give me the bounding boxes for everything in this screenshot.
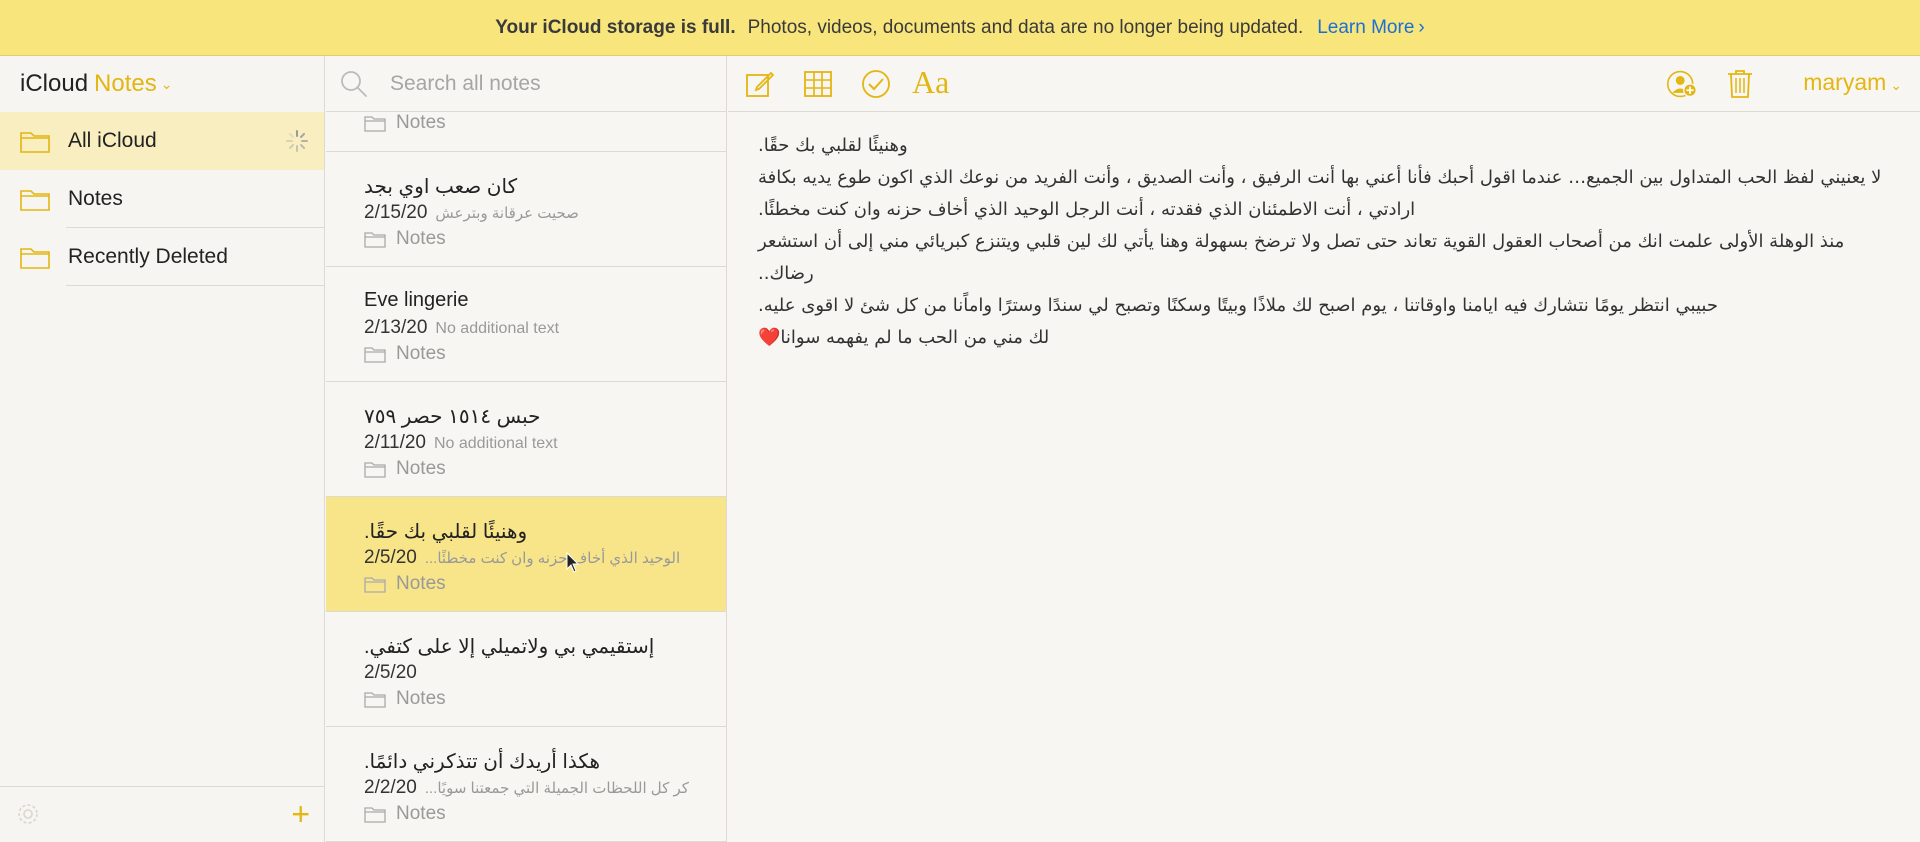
note-title: إستقيمي بي ولاتميلي إلا على كتفي. bbox=[364, 636, 655, 658]
note-line: لا يعنيني لفظ الحب المتداول بين الجميع… … bbox=[758, 167, 1882, 220]
sidebar-item-label: Recently Deleted bbox=[68, 245, 228, 268]
note-title: كان صعب اوي بجد bbox=[364, 176, 518, 198]
note-editor[interactable]: وهنيئًا لقلبي بك حقًا. لا يعنيني لفظ الح… bbox=[728, 112, 1920, 842]
add-people-icon[interactable] bbox=[1666, 68, 1698, 100]
sidebar-footer: + bbox=[0, 786, 324, 842]
folder-icon bbox=[20, 132, 50, 153]
note-folder-label: Notes bbox=[396, 688, 446, 709]
app-header: iCloud Notes ⌄ bbox=[0, 56, 324, 112]
note-preview: No additional text bbox=[433, 435, 558, 452]
note-line: منذ الوهلة الأولى علمت انك من أصحاب العق… bbox=[758, 231, 1845, 284]
sidebar-item-label: Notes bbox=[68, 187, 123, 210]
note-folder-label: Notes bbox=[396, 228, 446, 249]
note-folder: Notes bbox=[364, 343, 446, 365]
note-folder: Notes bbox=[364, 573, 446, 595]
notes-list-pane: Notes كان صعب اوي بجد 2/15/20 صحيت عرقانة… bbox=[326, 56, 727, 842]
sidebar-item-all-icloud[interactable]: All iCloud bbox=[0, 112, 324, 170]
folder-icon bbox=[364, 232, 386, 248]
note-folder: Notes bbox=[364, 112, 446, 134]
note-meta: 2/15/20 صحيت عرقانة وبترعش bbox=[364, 202, 579, 224]
brand-label: iCloud bbox=[20, 70, 89, 97]
editor-toolbar: Aa maryam ⌄ bbox=[728, 56, 1920, 112]
chevron-down-icon[interactable]: ⌄ bbox=[161, 76, 173, 93]
note-folder-label: Notes bbox=[396, 573, 446, 594]
note-meta: 2/2/20 كر كل اللحظات الجميلة التي جمعتنا … bbox=[364, 777, 689, 799]
note-date: 2/15/20 bbox=[364, 202, 428, 223]
folder-icon bbox=[364, 462, 386, 478]
note-title: هكذا أريدك أن تتذكرني دائمًا. bbox=[364, 751, 601, 773]
note-date: 2/11/20 bbox=[364, 432, 426, 453]
username: maryam bbox=[1803, 69, 1887, 95]
note-preview: No additional text bbox=[435, 320, 560, 337]
new-folder-button[interactable]: + bbox=[291, 798, 310, 830]
search-icon bbox=[341, 70, 367, 97]
note-preview: كر كل اللحظات الجميلة التي جمعتنا سويًا.… bbox=[424, 780, 689, 797]
note-title: حبس ١٥١٤ حصر ٧٥٩ bbox=[364, 406, 541, 428]
note-body[interactable]: وهنيئًا لقلبي بك حقًا. لا يعنيني لفظ الح… bbox=[758, 130, 1890, 354]
learn-more-label: Learn More bbox=[1317, 16, 1415, 38]
note-folder-label: Notes bbox=[396, 458, 446, 479]
divider bbox=[66, 285, 324, 286]
learn-more-link[interactable]: Learn More › bbox=[1317, 17, 1425, 39]
folder-icon bbox=[20, 248, 50, 269]
note-meta: 2/5/20 الوحيد الذي أخاف حزنه وان كنت مخطئ… bbox=[364, 547, 680, 569]
note-meta: 2/5/20 bbox=[364, 662, 417, 684]
sidebar-item-notes[interactable]: Notes bbox=[0, 170, 324, 228]
note-date: 2/5/20 bbox=[364, 547, 417, 568]
note-preview: صحيت عرقانة وبترعش bbox=[435, 205, 579, 222]
app-switcher[interactable]: Notes bbox=[94, 70, 157, 98]
note-folder: Notes bbox=[364, 803, 446, 825]
folder-icon bbox=[364, 116, 386, 132]
chevron-right-icon: › bbox=[1418, 16, 1425, 38]
note-line: حبيبي انتظر يومًا نتشارك فيه ايامنا واوق… bbox=[758, 295, 1718, 316]
sidebar: iCloud Notes ⌄ All iCloud Notes Recently… bbox=[0, 56, 325, 842]
search-input[interactable] bbox=[390, 71, 690, 96]
note-folder: Notes bbox=[364, 688, 446, 710]
note-folder: Notes bbox=[364, 458, 446, 480]
list-item[interactable]: إستقيمي بي ولاتميلي إلا على كتفي. 2/5/20… bbox=[326, 612, 726, 727]
note-folder-label: Notes bbox=[396, 112, 446, 133]
note-line: لك مني من الحب ما لم يفهمه سوانا❤️ bbox=[758, 327, 1050, 348]
list-item[interactable]: هكذا أريدك أن تتذكرني دائمًا. 2/2/20 كر ك… bbox=[326, 727, 726, 842]
folder-icon bbox=[364, 347, 386, 363]
storage-full-banner: Your iCloud storage is full. Photos, vid… bbox=[0, 0, 1920, 56]
list-item[interactable]: كان صعب اوي بجد 2/15/20 صحيت عرقانة وبترع… bbox=[326, 152, 726, 267]
note-line: وهنيئًا لقلبي بك حقًا. bbox=[758, 135, 908, 156]
list-item[interactable]: Eve lingerie 2/13/20 No additional text N… bbox=[326, 267, 726, 382]
note-preview: الوحيد الذي أخاف حزنه وان كنت مخطئًا... bbox=[424, 550, 681, 567]
folder-icon bbox=[364, 692, 386, 708]
notes-list: Notes كان صعب اوي بجد 2/15/20 صحيت عرقانة… bbox=[326, 112, 726, 842]
checklist-icon[interactable] bbox=[860, 68, 892, 100]
table-icon[interactable] bbox=[802, 68, 834, 100]
mouse-pointer-icon bbox=[566, 552, 580, 573]
note-date: 2/13/20 bbox=[364, 317, 428, 338]
note-meta: 2/11/20 No additional text bbox=[364, 432, 558, 454]
search-bar bbox=[326, 56, 726, 112]
note-date: 2/5/20 bbox=[364, 662, 417, 683]
banner-title: Your iCloud storage is full. bbox=[495, 16, 736, 38]
list-item[interactable]: Notes bbox=[326, 112, 726, 152]
folder-icon bbox=[364, 807, 386, 823]
folder-icon bbox=[364, 577, 386, 593]
list-item[interactable]: حبس ١٥١٤ حصر ٧٥٩ 2/11/20 No additional te… bbox=[326, 382, 726, 497]
sidebar-item-recently-deleted[interactable]: Recently Deleted bbox=[0, 228, 324, 286]
gear-icon[interactable] bbox=[16, 802, 40, 826]
note-folder-label: Notes bbox=[396, 343, 446, 364]
note-title: وهنيئًا لقلبي بك حقًا. bbox=[364, 521, 528, 543]
account-menu[interactable]: maryam ⌄ bbox=[1803, 69, 1902, 96]
folder-icon bbox=[20, 190, 50, 211]
compose-icon[interactable] bbox=[744, 68, 776, 100]
banner-message: Photos, videos, documents and data are n… bbox=[747, 16, 1304, 38]
note-title: Eve lingerie bbox=[364, 289, 469, 311]
note-folder: Notes bbox=[364, 228, 446, 250]
loading-spinner-icon bbox=[286, 130, 308, 152]
chevron-down-icon: ⌄ bbox=[1890, 77, 1902, 93]
note-date: 2/2/20 bbox=[364, 777, 417, 798]
sidebar-item-label: All iCloud bbox=[68, 129, 157, 152]
note-folder-label: Notes bbox=[396, 803, 446, 824]
note-meta: 2/13/20 No additional text bbox=[364, 317, 559, 339]
trash-icon[interactable] bbox=[1724, 68, 1756, 100]
list-item-selected[interactable]: وهنيئًا لقلبي بك حقًا. 2/5/20 الوحيد الذي… bbox=[326, 497, 726, 612]
format-button[interactable]: Aa bbox=[912, 64, 949, 101]
